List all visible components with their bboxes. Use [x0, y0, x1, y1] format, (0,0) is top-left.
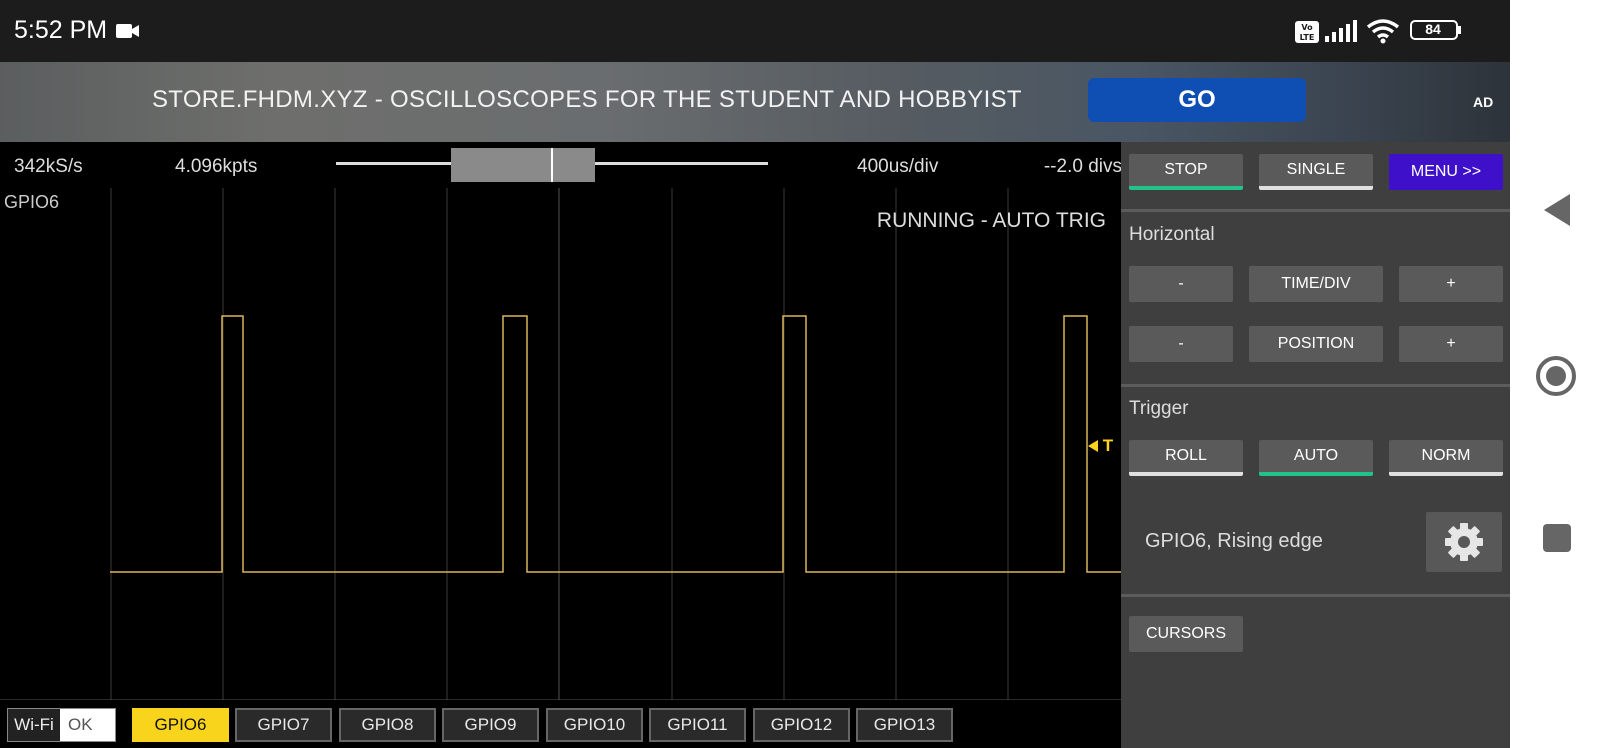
time-div-increase-button[interactable]: + [1399, 266, 1503, 302]
point-count: 4.096kpts [175, 156, 258, 177]
single-button[interactable]: SINGLE [1259, 154, 1373, 190]
stop-button[interactable]: STOP [1129, 154, 1243, 190]
signal-icon [1325, 20, 1357, 42]
waveform-plot[interactable] [0, 188, 1121, 700]
gpio6-trace [110, 315, 1121, 573]
video-camera-icon [116, 24, 139, 38]
run-status: RUNNING - AUTO TRIG [876, 209, 1106, 232]
menu-button[interactable]: MENU >> [1389, 154, 1503, 190]
channel-chip-gpio11[interactable]: GPIO11 [649, 708, 746, 742]
volte-icon: Vo LTE [1295, 21, 1319, 43]
home-circle-icon[interactable] [1535, 355, 1577, 397]
trigger-norm-button[interactable]: NORM [1389, 440, 1503, 476]
divider [1121, 594, 1510, 597]
cursors-button[interactable]: CURSORS [1129, 616, 1243, 652]
status-bar: 5:52 PM Vo LTE 84 [0, 0, 1510, 62]
trigger-level-marker[interactable]: T [1088, 436, 1113, 456]
trigger-settings-button[interactable] [1426, 512, 1502, 572]
recents-square-icon[interactable] [1543, 524, 1571, 552]
svg-text:LTE: LTE [1300, 33, 1315, 42]
divider [1121, 384, 1510, 387]
wifi-status-chip: Wi-Fi OK [7, 708, 116, 742]
channel-chip-gpio13[interactable]: GPIO13 [856, 708, 953, 742]
channel-chip-gpio7[interactable]: GPIO7 [235, 708, 332, 742]
back-triangle-icon[interactable] [1544, 194, 1570, 226]
ad-banner[interactable]: STORE.FHDM.XYZ - OSCILLOSCOPES FOR THE S… [0, 62, 1510, 142]
trigger-auto-button[interactable]: AUTO [1259, 440, 1373, 476]
buffer-view-window[interactable] [451, 148, 595, 182]
gear-icon [1445, 523, 1483, 561]
navigation-bar [1510, 0, 1600, 748]
channel-chip-gpio8[interactable]: GPIO8 [339, 708, 436, 742]
trigger-position-marker [551, 148, 553, 182]
ad-tag: AD [1473, 94, 1494, 110]
position-decrease-button[interactable]: - [1129, 326, 1233, 362]
trigger-title: Trigger [1129, 398, 1189, 419]
position-increase-button[interactable]: + [1399, 326, 1503, 362]
status-time: 5:52 PM [14, 16, 108, 44]
position-label: POSITION [1249, 326, 1383, 362]
ad-go-button[interactable]: GO [1088, 78, 1306, 122]
wifi-icon [1366, 19, 1400, 44]
battery-level: 84 [1425, 21, 1441, 37]
triangle-left-icon [1088, 440, 1098, 452]
ad-text: STORE.FHDM.XYZ - OSCILLOSCOPES FOR THE S… [152, 86, 1022, 113]
wifi-status: OK [68, 715, 93, 734]
plot-grid [0, 188, 1121, 700]
channel-chip-gpio9[interactable]: GPIO9 [442, 708, 539, 742]
trigger-marker-label: T [1102, 436, 1114, 455]
svg-text:Vo: Vo [1301, 23, 1313, 32]
channel-chip-gpio12[interactable]: GPIO12 [753, 708, 850, 742]
sample-rate: 342kS/s [14, 156, 83, 177]
wifi-label: Wi-Fi [8, 709, 60, 741]
horizontal-title: Horizontal [1129, 224, 1215, 245]
channel-chip-gpio6[interactable]: GPIO6 [132, 708, 229, 742]
time-div-decrease-button[interactable]: - [1129, 266, 1233, 302]
channel-label: GPIO6 [4, 192, 60, 212]
time-per-div: 400us/div [857, 156, 939, 177]
trigger-source: GPIO6, Rising edge [1145, 530, 1323, 552]
channel-chip-gpio10[interactable]: GPIO10 [546, 708, 643, 742]
time-div-label: TIME/DIV [1249, 266, 1383, 302]
divider [1121, 209, 1510, 212]
trigger-roll-button[interactable]: ROLL [1129, 440, 1243, 476]
horizontal-position: --2.0 divs [1043, 156, 1122, 177]
control-panel: STOP SINGLE MENU >> Horizontal - TIME/DI… [1121, 142, 1510, 748]
